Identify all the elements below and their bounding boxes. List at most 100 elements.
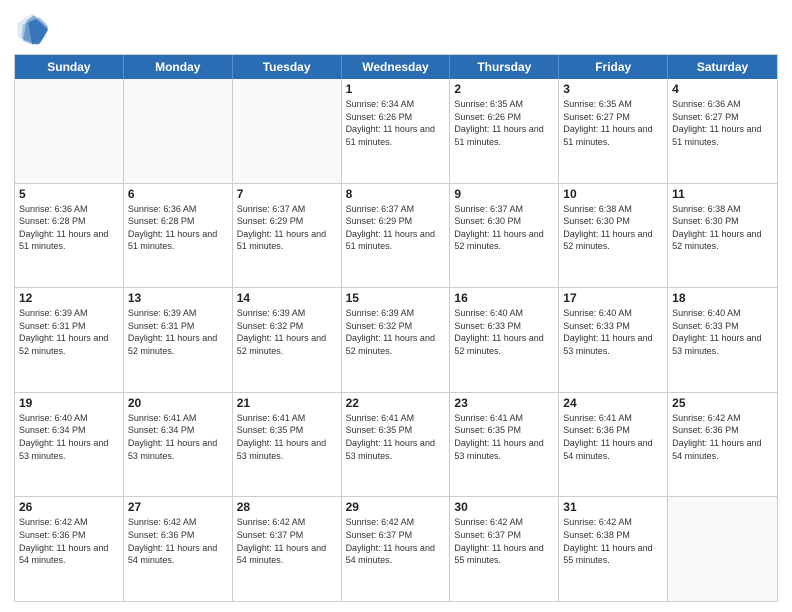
calendar-cell: 29 Sunrise: 6:42 AM Sunset: 6:37 PM Dayli… bbox=[342, 497, 451, 601]
calendar-header: SundayMondayTuesdayWednesdayThursdayFrid… bbox=[15, 55, 777, 79]
day-number: 26 bbox=[19, 500, 119, 514]
cell-detail: Sunrise: 6:39 AM Sunset: 6:31 PM Dayligh… bbox=[19, 307, 119, 357]
calendar-cell: 3 Sunrise: 6:35 AM Sunset: 6:27 PM Daylig… bbox=[559, 79, 668, 183]
day-number: 23 bbox=[454, 396, 554, 410]
calendar-cell: 18 Sunrise: 6:40 AM Sunset: 6:33 PM Dayli… bbox=[668, 288, 777, 392]
calendar-cell: 8 Sunrise: 6:37 AM Sunset: 6:29 PM Daylig… bbox=[342, 184, 451, 288]
day-number: 24 bbox=[563, 396, 663, 410]
cell-detail: Sunrise: 6:38 AM Sunset: 6:30 PM Dayligh… bbox=[672, 203, 773, 253]
weekday-header-monday: Monday bbox=[124, 55, 233, 79]
cell-detail: Sunrise: 6:41 AM Sunset: 6:35 PM Dayligh… bbox=[454, 412, 554, 462]
calendar-cell: 6 Sunrise: 6:36 AM Sunset: 6:28 PM Daylig… bbox=[124, 184, 233, 288]
cell-detail: Sunrise: 6:42 AM Sunset: 6:36 PM Dayligh… bbox=[128, 516, 228, 566]
cell-detail: Sunrise: 6:39 AM Sunset: 6:32 PM Dayligh… bbox=[346, 307, 446, 357]
calendar-cell bbox=[668, 497, 777, 601]
day-number: 12 bbox=[19, 291, 119, 305]
day-number: 8 bbox=[346, 187, 446, 201]
day-number: 6 bbox=[128, 187, 228, 201]
calendar-cell bbox=[233, 79, 342, 183]
calendar-cell: 10Sunrise: 6:38 AM Sunset: 6:30 PM Dayli… bbox=[559, 184, 668, 288]
day-number: 29 bbox=[346, 500, 446, 514]
day-number: 16 bbox=[454, 291, 554, 305]
cell-detail: Sunrise: 6:34 AM Sunset: 6:26 PM Dayligh… bbox=[346, 98, 446, 148]
cell-detail: Sunrise: 6:39 AM Sunset: 6:32 PM Dayligh… bbox=[237, 307, 337, 357]
calendar-body: 1 Sunrise: 6:34 AM Sunset: 6:26 PM Daylig… bbox=[15, 79, 777, 601]
calendar-cell: 7 Sunrise: 6:37 AM Sunset: 6:29 PM Daylig… bbox=[233, 184, 342, 288]
day-number: 9 bbox=[454, 187, 554, 201]
calendar-row-2: 12 Sunrise: 6:39 AM Sunset: 6:31 PM Dayli… bbox=[15, 287, 777, 392]
cell-detail: Sunrise: 6:36 AM Sunset: 6:28 PM Dayligh… bbox=[128, 203, 228, 253]
calendar-row-0: 1 Sunrise: 6:34 AM Sunset: 6:26 PM Daylig… bbox=[15, 79, 777, 183]
cell-detail: Sunrise: 6:38 AM Sunset: 6:30 PM Dayligh… bbox=[563, 203, 663, 253]
day-number: 13 bbox=[128, 291, 228, 305]
calendar-cell: 27 Sunrise: 6:42 AM Sunset: 6:36 PM Dayli… bbox=[124, 497, 233, 601]
cell-detail: Sunrise: 6:36 AM Sunset: 6:28 PM Dayligh… bbox=[19, 203, 119, 253]
cell-detail: Sunrise: 6:37 AM Sunset: 6:30 PM Dayligh… bbox=[454, 203, 554, 253]
cell-detail: Sunrise: 6:42 AM Sunset: 6:36 PM Dayligh… bbox=[19, 516, 119, 566]
calendar-cell: 5 Sunrise: 6:36 AM Sunset: 6:28 PM Daylig… bbox=[15, 184, 124, 288]
cell-detail: Sunrise: 6:42 AM Sunset: 6:37 PM Dayligh… bbox=[346, 516, 446, 566]
calendar-cell: 26 Sunrise: 6:42 AM Sunset: 6:36 PM Dayli… bbox=[15, 497, 124, 601]
day-number: 31 bbox=[563, 500, 663, 514]
cell-detail: Sunrise: 6:41 AM Sunset: 6:36 PM Dayligh… bbox=[563, 412, 663, 462]
weekday-header-sunday: Sunday bbox=[15, 55, 124, 79]
cell-detail: Sunrise: 6:40 AM Sunset: 6:33 PM Dayligh… bbox=[454, 307, 554, 357]
cell-detail: Sunrise: 6:42 AM Sunset: 6:38 PM Dayligh… bbox=[563, 516, 663, 566]
cell-detail: Sunrise: 6:35 AM Sunset: 6:27 PM Dayligh… bbox=[563, 98, 663, 148]
day-number: 30 bbox=[454, 500, 554, 514]
cell-detail: Sunrise: 6:40 AM Sunset: 6:34 PM Dayligh… bbox=[19, 412, 119, 462]
calendar-cell: 20Sunrise: 6:41 AM Sunset: 6:34 PM Dayli… bbox=[124, 393, 233, 497]
cell-detail: Sunrise: 6:41 AM Sunset: 6:35 PM Dayligh… bbox=[346, 412, 446, 462]
day-number: 1 bbox=[346, 82, 446, 96]
calendar-cell: 17Sunrise: 6:40 AM Sunset: 6:33 PM Dayli… bbox=[559, 288, 668, 392]
calendar-cell: 30 Sunrise: 6:42 AM Sunset: 6:37 PM Dayli… bbox=[450, 497, 559, 601]
day-number: 2 bbox=[454, 82, 554, 96]
calendar-cell: 12 Sunrise: 6:39 AM Sunset: 6:31 PM Dayli… bbox=[15, 288, 124, 392]
logo bbox=[14, 10, 54, 46]
calendar-cell: 4Sunrise: 6:36 AM Sunset: 6:27 PM Daylig… bbox=[668, 79, 777, 183]
cell-detail: Sunrise: 6:41 AM Sunset: 6:34 PM Dayligh… bbox=[128, 412, 228, 462]
calendar-row-3: 19 Sunrise: 6:40 AM Sunset: 6:34 PM Dayli… bbox=[15, 392, 777, 497]
weekday-header-wednesday: Wednesday bbox=[342, 55, 451, 79]
calendar: SundayMondayTuesdayWednesdayThursdayFrid… bbox=[14, 54, 778, 602]
cell-detail: Sunrise: 6:40 AM Sunset: 6:33 PM Dayligh… bbox=[672, 307, 773, 357]
calendar-cell: 28Sunrise: 6:42 AM Sunset: 6:37 PM Dayli… bbox=[233, 497, 342, 601]
calendar-cell: 15 Sunrise: 6:39 AM Sunset: 6:32 PM Dayli… bbox=[342, 288, 451, 392]
calendar-cell: 23 Sunrise: 6:41 AM Sunset: 6:35 PM Dayli… bbox=[450, 393, 559, 497]
logo-icon bbox=[14, 10, 50, 46]
cell-detail: Sunrise: 6:42 AM Sunset: 6:37 PM Dayligh… bbox=[454, 516, 554, 566]
calendar-cell: 9 Sunrise: 6:37 AM Sunset: 6:30 PM Daylig… bbox=[450, 184, 559, 288]
cell-detail: Sunrise: 6:37 AM Sunset: 6:29 PM Dayligh… bbox=[346, 203, 446, 253]
day-number: 3 bbox=[563, 82, 663, 96]
day-number: 27 bbox=[128, 500, 228, 514]
cell-detail: Sunrise: 6:41 AM Sunset: 6:35 PM Dayligh… bbox=[237, 412, 337, 462]
calendar-row-4: 26 Sunrise: 6:42 AM Sunset: 6:36 PM Dayli… bbox=[15, 496, 777, 601]
header bbox=[14, 10, 778, 46]
calendar-cell: 25Sunrise: 6:42 AM Sunset: 6:36 PM Dayli… bbox=[668, 393, 777, 497]
day-number: 5 bbox=[19, 187, 119, 201]
calendar-cell: 13 Sunrise: 6:39 AM Sunset: 6:31 PM Dayli… bbox=[124, 288, 233, 392]
cell-detail: Sunrise: 6:35 AM Sunset: 6:26 PM Dayligh… bbox=[454, 98, 554, 148]
calendar-row-1: 5 Sunrise: 6:36 AM Sunset: 6:28 PM Daylig… bbox=[15, 183, 777, 288]
page: SundayMondayTuesdayWednesdayThursdayFrid… bbox=[0, 0, 792, 612]
day-number: 14 bbox=[237, 291, 337, 305]
day-number: 22 bbox=[346, 396, 446, 410]
cell-detail: Sunrise: 6:37 AM Sunset: 6:29 PM Dayligh… bbox=[237, 203, 337, 253]
calendar-cell: 1 Sunrise: 6:34 AM Sunset: 6:26 PM Daylig… bbox=[342, 79, 451, 183]
day-number: 19 bbox=[19, 396, 119, 410]
day-number: 18 bbox=[672, 291, 773, 305]
calendar-cell bbox=[124, 79, 233, 183]
cell-detail: Sunrise: 6:36 AM Sunset: 6:27 PM Dayligh… bbox=[672, 98, 773, 148]
day-number: 15 bbox=[346, 291, 446, 305]
cell-detail: Sunrise: 6:39 AM Sunset: 6:31 PM Dayligh… bbox=[128, 307, 228, 357]
calendar-cell: 2 Sunrise: 6:35 AM Sunset: 6:26 PM Daylig… bbox=[450, 79, 559, 183]
day-number: 25 bbox=[672, 396, 773, 410]
calendar-cell: 11Sunrise: 6:38 AM Sunset: 6:30 PM Dayli… bbox=[668, 184, 777, 288]
calendar-cell: 22 Sunrise: 6:41 AM Sunset: 6:35 PM Dayli… bbox=[342, 393, 451, 497]
calendar-cell: 14 Sunrise: 6:39 AM Sunset: 6:32 PM Dayli… bbox=[233, 288, 342, 392]
cell-detail: Sunrise: 6:42 AM Sunset: 6:37 PM Dayligh… bbox=[237, 516, 337, 566]
weekday-header-saturday: Saturday bbox=[668, 55, 777, 79]
calendar-cell: 19 Sunrise: 6:40 AM Sunset: 6:34 PM Dayli… bbox=[15, 393, 124, 497]
weekday-header-friday: Friday bbox=[559, 55, 668, 79]
day-number: 7 bbox=[237, 187, 337, 201]
